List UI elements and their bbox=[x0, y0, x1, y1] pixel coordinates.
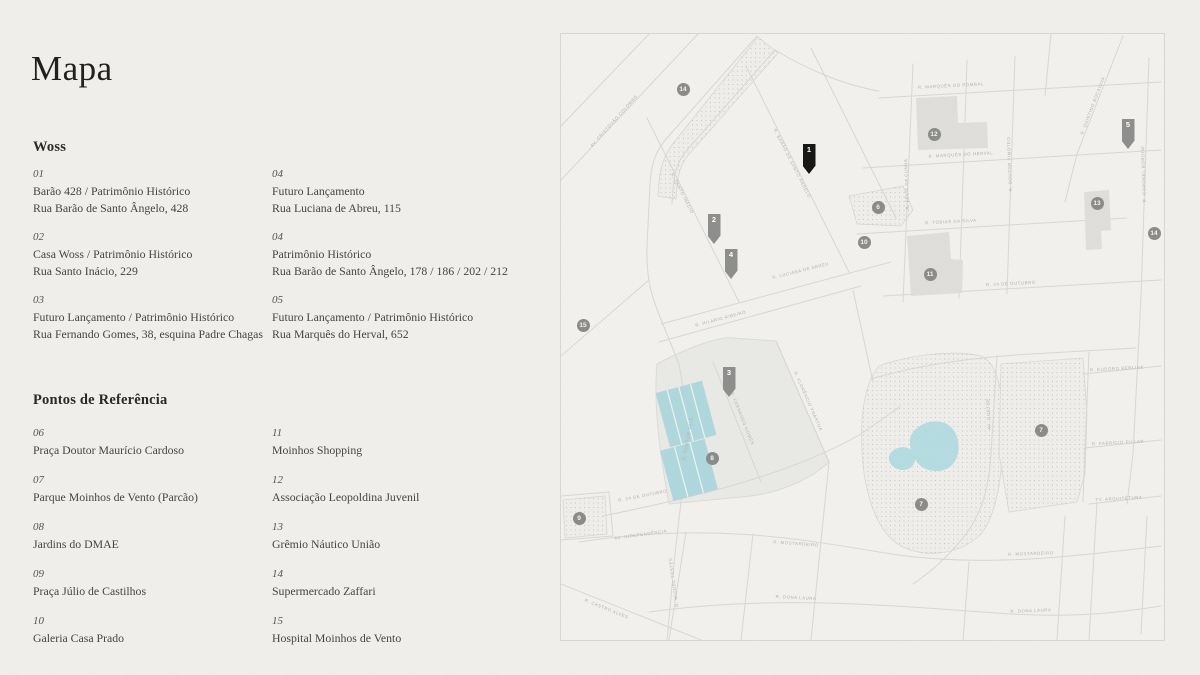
item-address: Rua Santo Inácio, 229 bbox=[33, 263, 268, 280]
map-marker-14[interactable]: 14 bbox=[677, 83, 690, 96]
street-label: R. LUCIANA DE ABREU bbox=[772, 261, 830, 280]
ref-item-15: 15 Hospital Moinhos de Vento bbox=[272, 613, 552, 647]
item-address: Rua Fernando Gomes, 38, esquina Padre Ch… bbox=[33, 326, 268, 343]
item-name: Grêmio Náutico União bbox=[272, 536, 552, 553]
item-title: Futuro Lançamento bbox=[272, 183, 552, 200]
map-marker-15[interactable]: 15 bbox=[577, 319, 590, 332]
building-leopoldina bbox=[916, 96, 988, 150]
street-label: R. MOSTARDEIRO bbox=[773, 539, 819, 547]
map-canvas: AV. CRISTÓVÃO COLOMBOR. SANTO INÁCIOR. B… bbox=[561, 34, 1164, 640]
street-label: AV. CRISTÓVÃO COLOMBO bbox=[589, 94, 639, 148]
item-name: Moinhos Shopping bbox=[272, 442, 552, 459]
ref-item-08: 08 Jardins do DMAE bbox=[33, 519, 268, 553]
item-number: 03 bbox=[33, 292, 268, 309]
street-label: R. MARQUÊS DO POMBAL bbox=[918, 81, 984, 89]
map-marker-12[interactable]: 12 bbox=[928, 128, 941, 141]
street-label: R. MOSTARDEIRO bbox=[1008, 550, 1054, 557]
item-address: Rua Marquês do Herval, 652 bbox=[272, 326, 552, 343]
item-number: 04 bbox=[272, 166, 552, 183]
item-title: Barão 428 / Patrimônio Histórico bbox=[33, 183, 268, 200]
ref-item-06: 06 Praça Doutor Maurício Cardoso bbox=[33, 425, 268, 459]
street-label: R. 24 DE OUTUBRO bbox=[986, 280, 1036, 288]
item-title: Casa Woss / Patrimônio Histórico bbox=[33, 246, 268, 263]
street-label: R. MARQUÊS DO HERVAL bbox=[928, 150, 993, 158]
map-marker-14[interactable]: 14 bbox=[1148, 227, 1161, 240]
item-number: 06 bbox=[33, 425, 268, 442]
item-number: 08 bbox=[33, 519, 268, 536]
street-label: R. DONA LAURA bbox=[775, 594, 816, 601]
ref-item-12: 12 Associação Leopoldina Juvenil bbox=[272, 472, 552, 506]
item-number: 07 bbox=[33, 472, 268, 489]
map-marker-13[interactable]: 13 bbox=[1091, 197, 1104, 210]
item-name: Parque Moinhos de Vento (Parcão) bbox=[33, 489, 268, 506]
street-label: R. FABRÍCIO PILLAR bbox=[1092, 439, 1145, 447]
item-number: 13 bbox=[272, 519, 552, 536]
ref-item-07: 07 Parque Moinhos de Vento (Parcão) bbox=[33, 472, 268, 506]
item-number: 02 bbox=[33, 229, 268, 246]
ref-item-11: 11 Moinhos Shopping bbox=[272, 425, 552, 459]
item-number: 10 bbox=[33, 613, 268, 630]
mapa-page: { "page": { "title": "Mapa" }, "sections… bbox=[0, 0, 1200, 675]
ref-item-14: 14 Supermercado Zaffari bbox=[272, 566, 552, 600]
building-moinhos-shopping bbox=[907, 232, 963, 296]
woss-item-02: 02 Casa Woss / Patrimônio Histórico Rua … bbox=[33, 229, 268, 280]
item-title: Futuro Lançamento / Patrimônio Histórico bbox=[272, 309, 552, 326]
item-number: 12 bbox=[272, 472, 552, 489]
map-marker-11[interactable]: 11 bbox=[924, 268, 937, 281]
item-number: 09 bbox=[33, 566, 268, 583]
woss-item-01: 01 Barão 428 / Patrimônio Histórico Rua … bbox=[33, 166, 268, 217]
woss-item-04a: 04 Futuro Lançamento Rua Luciana de Abre… bbox=[272, 166, 552, 217]
street-network bbox=[561, 34, 1161, 640]
street-label: AV. INDEPENDÊNCIA bbox=[614, 528, 667, 540]
woss-section-heading: Woss bbox=[33, 139, 66, 156]
buildings bbox=[907, 96, 1111, 296]
item-name: Jardins do DMAE bbox=[33, 536, 268, 553]
woss-item-05: 05 Futuro Lançamento / Patrimônio Histór… bbox=[272, 292, 552, 343]
item-name: Galeria Casa Prado bbox=[33, 630, 268, 647]
neighborhood-map: AV. CRISTÓVÃO COLOMBOR. SANTO INÁCIOR. B… bbox=[560, 33, 1165, 641]
ref-item-09: 09 Praça Júlio de Castilhos bbox=[33, 566, 268, 600]
woss-legend: 01 Barão 428 / Patrimônio Histórico Rua … bbox=[33, 166, 573, 386]
map-marker-7[interactable]: 7 bbox=[1035, 424, 1048, 437]
woss-item-04b: 04 Patrimônio Histórico Rua Barão de San… bbox=[272, 229, 552, 280]
map-marker-7[interactable]: 7 bbox=[915, 498, 928, 511]
street-label: R. DONA LAURA bbox=[1010, 607, 1051, 613]
item-name: Supermercado Zaffari bbox=[272, 583, 552, 600]
item-name: Hospital Moinhos de Vento bbox=[272, 630, 552, 647]
referencias-section-heading: Pontos de Referência bbox=[33, 392, 167, 409]
street-label: R. 24 DE OUTUBRO bbox=[618, 488, 668, 502]
item-address: Rua Barão de Santo Ângelo, 428 bbox=[33, 200, 268, 217]
ref-item-13: 13 Grêmio Náutico União bbox=[272, 519, 552, 553]
street-label: R. EUDORO BERLINK bbox=[1090, 365, 1144, 373]
item-number: 11 bbox=[272, 425, 552, 442]
map-marker-6[interactable]: 6 bbox=[872, 201, 885, 214]
item-number: 04 bbox=[272, 229, 552, 246]
item-name: Praça Júlio de Castilhos bbox=[33, 583, 268, 600]
item-title: Futuro Lançamento / Patrimônio Histórico bbox=[33, 309, 268, 326]
item-name: Praça Doutor Maurício Cardoso bbox=[33, 442, 268, 459]
item-address: Rua Luciana de Abreu, 115 bbox=[272, 200, 552, 217]
item-number: 14 bbox=[272, 566, 552, 583]
item-address: Rua Barão de Santo Ângelo, 178 / 186 / 2… bbox=[272, 263, 552, 280]
street-label: R. TOBIAS DA SILVA bbox=[925, 218, 977, 226]
item-name: Associação Leopoldina Juvenil bbox=[272, 489, 552, 506]
item-number: 05 bbox=[272, 292, 552, 309]
item-number: 15 bbox=[272, 613, 552, 630]
item-number: 01 bbox=[33, 166, 268, 183]
map-marker-9[interactable]: 9 bbox=[573, 512, 586, 525]
map-marker-8[interactable]: 8 bbox=[706, 452, 719, 465]
map-marker-10[interactable]: 10 bbox=[858, 236, 871, 249]
referencias-legend: 06 Praça Doutor Maurício Cardoso 07 Parq… bbox=[33, 425, 593, 650]
ref-item-10: 10 Galeria Casa Prado bbox=[33, 613, 268, 647]
street-label: R. QUINTINO BOCAIÚVA bbox=[1079, 76, 1106, 135]
page-title: Mapa bbox=[31, 49, 113, 89]
item-title: Patrimônio Histórico bbox=[272, 246, 552, 263]
woss-item-03: 03 Futuro Lançamento / Patrimônio Histór… bbox=[33, 292, 268, 343]
